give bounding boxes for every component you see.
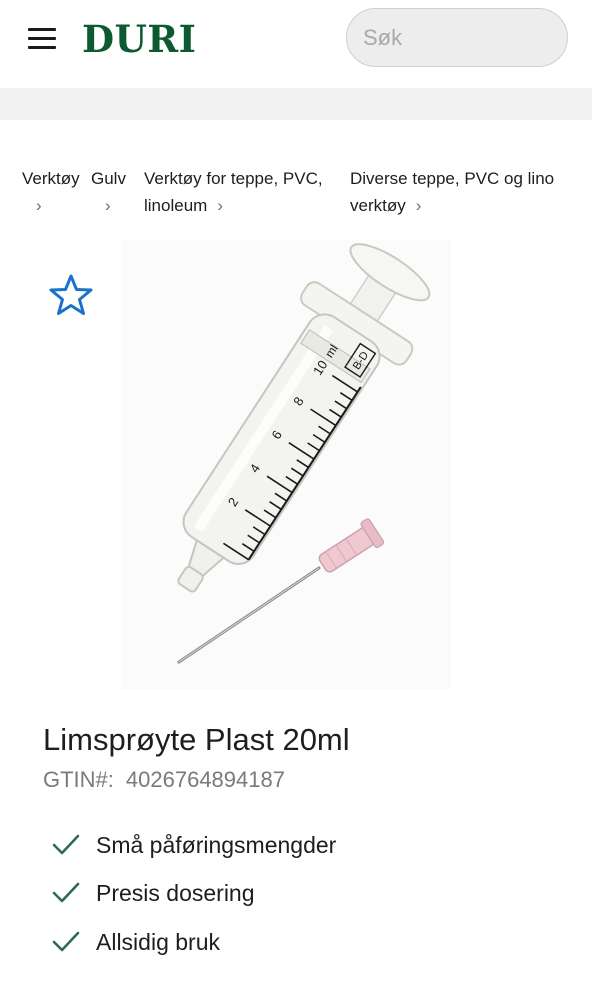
breadcrumb-label: linoleum xyxy=(144,196,208,215)
breadcrumb-label: Verktøy xyxy=(22,169,80,188)
gtin-value: 4026764894187 xyxy=(125,767,285,792)
feature-text: Presis dosering xyxy=(96,880,255,906)
chevron-right-icon: › xyxy=(217,196,223,215)
breadcrumb-item-verktoy-teppe[interactable]: Verktøy for teppe, PVC, linoleum › xyxy=(144,165,323,219)
chevron-right-icon: › xyxy=(105,196,111,215)
favorite-star-icon[interactable] xyxy=(48,272,94,318)
breadcrumb-item-verktoy[interactable]: Verktøy xyxy=(22,165,80,192)
breadcrumb-label: Gulv xyxy=(91,169,126,188)
brand-logo[interactable]: DURI xyxy=(82,18,196,60)
chevron-right-icon: › xyxy=(415,196,422,215)
gtin-row: GTIN#: 4026764894187 xyxy=(43,766,285,794)
product-image: 2 4 6 8 10 ml B-D xyxy=(121,240,451,690)
site-header: DURI xyxy=(0,0,592,88)
breadcrumb-label: Verktøy for teppe, PVC, xyxy=(144,169,323,188)
breadcrumb-item-gulv[interactable]: Gulv xyxy=(91,165,126,192)
product-title: Limsprøyte Plast 20ml xyxy=(43,722,350,757)
checkmark-icon xyxy=(52,834,80,855)
breadcrumb-label: verktøy xyxy=(350,196,406,215)
checkmark-icon xyxy=(52,931,80,952)
promo-banner-strip xyxy=(0,88,592,120)
hamburger-menu-icon[interactable] xyxy=(26,24,58,54)
chevron-right-icon: › xyxy=(36,196,42,215)
feature-text: Allsidig bruk xyxy=(96,929,220,955)
breadcrumb-label: Diverse teppe, PVC og lino xyxy=(350,169,555,188)
breadcrumb-item-diverse-verktoy[interactable]: Diverse teppe, PVC og lino verktøy › xyxy=(350,165,554,219)
checkmark-icon xyxy=(52,882,80,903)
feature-text: Små påføringsmengder xyxy=(96,832,337,858)
gtin-label: GTIN#: xyxy=(43,767,114,792)
search-input[interactable] xyxy=(346,8,568,67)
